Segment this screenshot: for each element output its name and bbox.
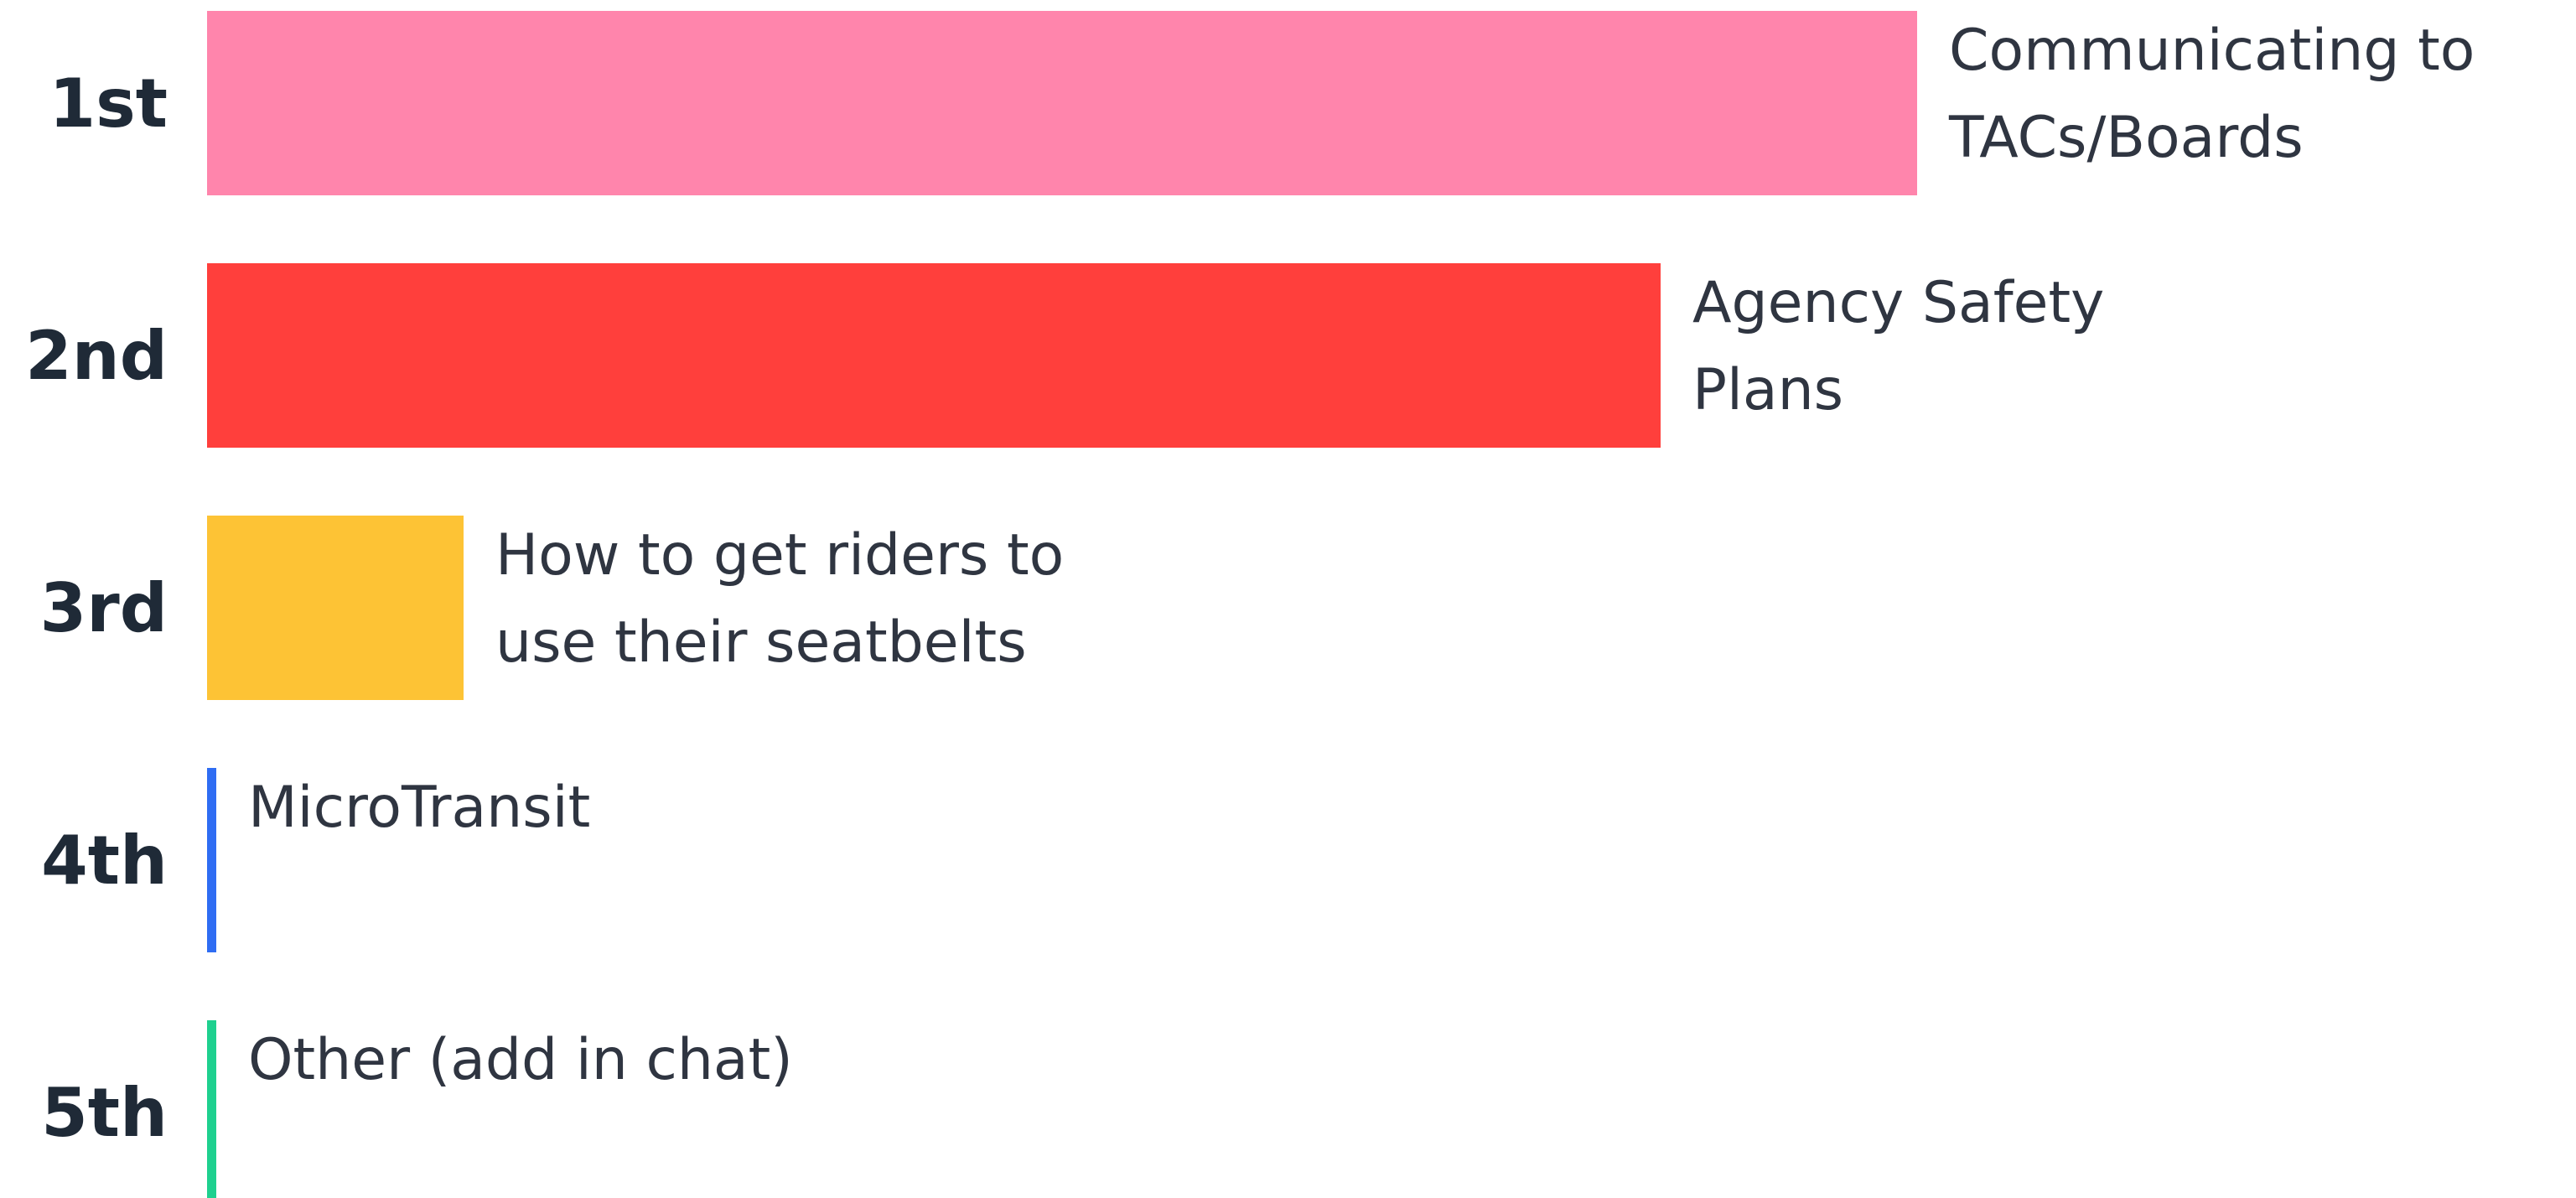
chart-rows: 1st Communicating to TACs/Boards 2nd Agency …: [25, 11, 2475, 1198]
bar-label-2: Agency Safety Plans: [1692, 270, 2104, 423]
bar-4: [207, 768, 216, 952]
rank-label-5: 5th: [41, 1074, 168, 1152]
bar-2: [207, 263, 1661, 448]
bar-label-line: Agency Safety: [1692, 270, 2104, 336]
bar-label-line: TACs/Boards: [1948, 105, 2304, 171]
bar-label-3: How to get riders to use their seatbelts: [495, 522, 1064, 676]
bar-3: [207, 516, 464, 700]
bar-label-line: use their seatbelts: [495, 609, 1027, 676]
bar-1: [207, 11, 1917, 195]
bar-5: [207, 1020, 216, 1198]
bar-label-line: Communicating to: [1949, 18, 2475, 84]
bar-label-1: Communicating to TACs/Boards: [1948, 18, 2475, 171]
bar-label-line: How to get riders to: [495, 522, 1064, 589]
ranking-bar-chart: 1st Communicating to TACs/Boards 2nd Agency …: [25, 11, 2475, 1198]
rank-label-3: 3rd: [40, 569, 168, 647]
rank-label-4: 4th: [41, 822, 168, 900]
bar-label-5: Other (add in chat): [248, 1027, 793, 1093]
bar-label-line: Plans: [1692, 357, 1843, 423]
rank-label-1: 1st: [49, 65, 168, 143]
bar-label-line: MicroTransit: [248, 775, 590, 841]
bar-label-line: Other (add in chat): [248, 1027, 793, 1093]
bar-label-4: MicroTransit: [248, 775, 590, 841]
rank-label-2: 2nd: [25, 317, 168, 395]
